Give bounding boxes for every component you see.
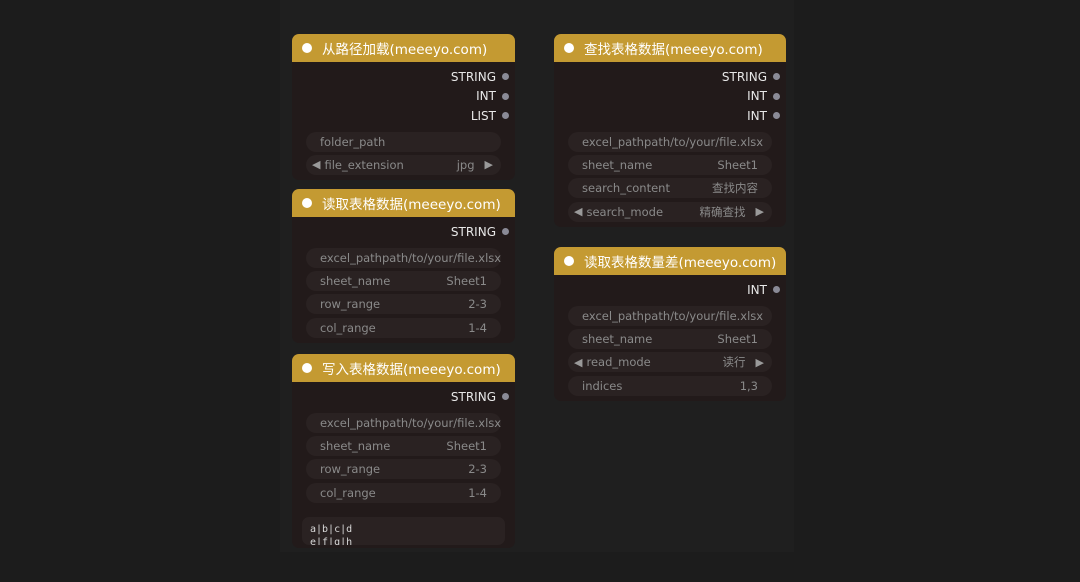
output-port-icon[interactable] — [773, 112, 780, 120]
node-title: 写入表格数据(meeeyo.com) — [322, 362, 501, 378]
node-outputs: STRING — [292, 217, 515, 242]
output-port-icon[interactable] — [773, 73, 780, 81]
arrow-right-icon[interactable]: ▶ — [485, 158, 493, 171]
node-outputs: STRING INT INT — [554, 62, 786, 126]
sheet-name-input[interactable]: sheet_name Sheet1 — [306, 270, 501, 291]
node-header[interactable]: 查找表格数据(meeeyo.com) — [554, 34, 786, 62]
search-content-input[interactable]: search_content 查找内容 — [568, 178, 772, 199]
output-string: STRING — [554, 67, 786, 87]
node-write-table[interactable]: 写入表格数据(meeeyo.com) STRING excel_path pat… — [292, 354, 515, 548]
excel-path-input[interactable]: excel_path path/to/your/file.xlsx — [306, 412, 501, 433]
col-range-input[interactable]: col_range 1-4 — [306, 482, 501, 503]
output-string: STRING — [292, 387, 515, 407]
table-data-textarea[interactable]: a|b|c|d e|f|g|h — [302, 516, 505, 545]
file-extension-combo[interactable]: ◀ file_extension jpg ▶ — [306, 154, 501, 175]
arrow-right-icon[interactable]: ▶ — [756, 356, 764, 369]
collapse-dot-icon[interactable] — [302, 363, 312, 373]
node-widgets: excel_path path/to/your/file.xlsx sheet_… — [292, 407, 515, 503]
output-int: INT — [292, 87, 515, 107]
node-header[interactable]: 读取表格数据(meeeyo.com) — [292, 189, 515, 217]
output-string: STRING — [292, 222, 515, 242]
sheet-name-input[interactable]: sheet_name Sheet1 — [306, 435, 501, 456]
indices-input[interactable]: indices 1,3 — [568, 375, 772, 396]
output-int: INT — [554, 87, 786, 107]
sheet-name-input[interactable]: sheet_name Sheet1 — [568, 154, 772, 175]
node-load-from-path[interactable]: 从路径加载(meeeyo.com) STRING INT LIST folder… — [292, 34, 515, 180]
node-widgets: excel_path path/to/your/file.xlsx sheet_… — [554, 126, 786, 222]
output-port-icon[interactable] — [502, 228, 509, 236]
collapse-dot-icon[interactable] — [302, 198, 312, 208]
collapse-dot-icon[interactable] — [564, 256, 574, 266]
arrow-left-icon[interactable]: ◀ — [574, 356, 582, 369]
output-port-icon[interactable] — [502, 73, 509, 81]
node-outputs: INT — [554, 275, 786, 300]
read-mode-combo[interactable]: ◀ read_mode 读行 ▶ — [568, 352, 772, 373]
output-port-icon[interactable] — [773, 286, 780, 294]
node-outputs: STRING INT LIST — [292, 62, 515, 126]
node-widgets: folder_path ◀ file_extension jpg ▶ — [292, 126, 515, 175]
output-list: LIST — [292, 106, 515, 126]
search-mode-combo[interactable]: ◀ search_mode 精确查找 ▶ — [568, 201, 772, 222]
node-header[interactable]: 写入表格数据(meeeyo.com) — [292, 354, 515, 382]
node-title: 查找表格数据(meeeyo.com) — [584, 42, 763, 58]
output-int: INT — [554, 106, 786, 126]
node-title: 读取表格数量差(meeeyo.com) — [584, 255, 777, 271]
col-range-input[interactable]: col_range 1-4 — [306, 317, 501, 338]
row-range-input[interactable]: row_range 2-3 — [306, 459, 501, 480]
sheet-name-input[interactable]: sheet_name Sheet1 — [568, 328, 772, 349]
collapse-dot-icon[interactable] — [302, 43, 312, 53]
node-find-table[interactable]: 查找表格数据(meeeyo.com) STRING INT INT excel_… — [554, 34, 786, 227]
node-title: 读取表格数据(meeeyo.com) — [322, 197, 501, 213]
node-outputs: STRING — [292, 382, 515, 407]
node-widgets: excel_path path/to/your/file.xlsx sheet_… — [554, 300, 786, 396]
output-port-icon[interactable] — [502, 92, 509, 100]
excel-path-input[interactable]: excel_path path/to/your/file.xlsx — [306, 247, 501, 268]
output-port-icon[interactable] — [502, 112, 509, 120]
row-range-input[interactable]: row_range 2-3 — [306, 294, 501, 315]
excel-path-input[interactable]: excel_path path/to/your/file.xlsx — [568, 305, 772, 326]
node-read-table-diff[interactable]: 读取表格数量差(meeeyo.com) INT excel_path path/… — [554, 247, 786, 401]
collapse-dot-icon[interactable] — [564, 43, 574, 53]
arrow-left-icon[interactable]: ◀ — [574, 205, 582, 218]
arrow-left-icon[interactable]: ◀ — [312, 158, 320, 171]
node-read-table[interactable]: 读取表格数据(meeeyo.com) STRING excel_path pat… — [292, 189, 515, 343]
node-header[interactable]: 从路径加载(meeeyo.com) — [292, 34, 515, 62]
output-int: INT — [554, 280, 786, 300]
arrow-right-icon[interactable]: ▶ — [756, 205, 764, 218]
folder-path-input[interactable]: folder_path — [306, 131, 501, 152]
node-header[interactable]: 读取表格数量差(meeeyo.com) — [554, 247, 786, 275]
node-title: 从路径加载(meeeyo.com) — [322, 42, 488, 58]
excel-path-input[interactable]: excel_path path/to/your/file.xlsx — [568, 131, 772, 152]
output-port-icon[interactable] — [773, 92, 780, 100]
output-port-icon[interactable] — [502, 393, 509, 401]
output-string: STRING — [292, 67, 515, 87]
node-widgets: excel_path path/to/your/file.xlsx sheet_… — [292, 242, 515, 338]
